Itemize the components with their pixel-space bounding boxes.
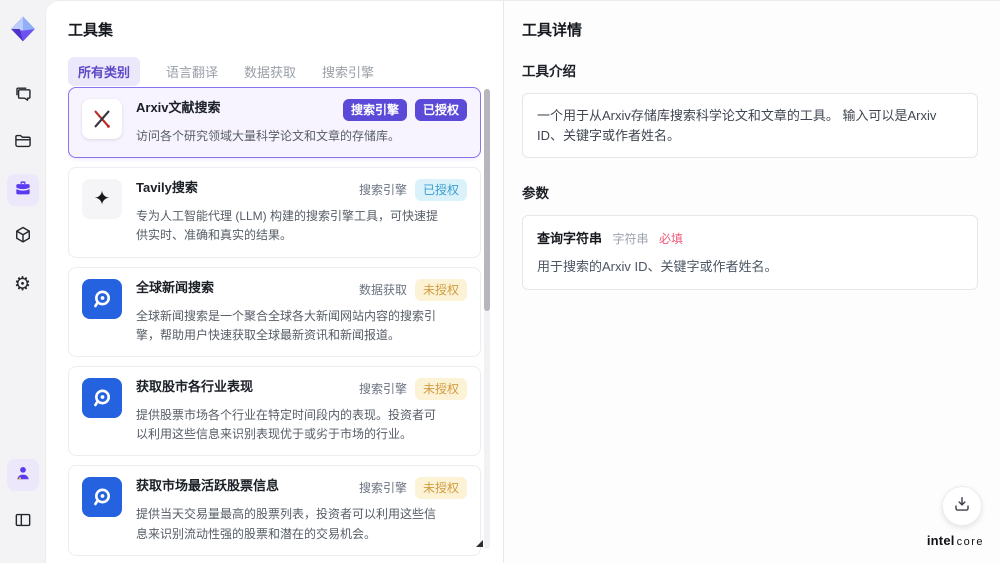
param-box: 查询字符串 字符串 必填 用于搜索的Arxiv ID、关键字或作者姓名。 (522, 215, 978, 290)
tianapi-logo-icon (94, 488, 110, 506)
tool-list: ✦ Arxiv文献搜索 搜索引擎 已授权 访问各个研究领域大量科学论文和文章的存… (68, 87, 481, 563)
intel-core-logo: intel core (927, 532, 984, 550)
tool-description: 提供股票市场各个行业在特定时间段内的表现。投资者可以利用这些信息来识别表现优于或… (136, 407, 437, 442)
tool-title: 获取股市各行业表现 (136, 378, 254, 394)
details-title: 工具详情 (522, 22, 583, 39)
sidebar-item-settings[interactable]: ⚙ (7, 268, 39, 300)
category-badge: 搜索引擎 (358, 481, 407, 496)
folder-icon (13, 131, 33, 156)
tool-title: 获取市场最活跃股票信息 (136, 478, 280, 494)
category-tab[interactable]: 语言翻译 (166, 57, 218, 86)
tool-card[interactable]: ✦ 获取股市各行业表现 搜索引擎 未授权 提供股票市场各个行业在特定时间段内的表… (68, 365, 481, 457)
param-required-badge: 必填 (658, 232, 683, 246)
scrollbar-thumb[interactable] (484, 89, 490, 311)
auth-status-badge: 未授权 (414, 278, 467, 301)
category-badge: 搜索引擎 (358, 381, 407, 396)
brand-core: core (956, 536, 984, 548)
category-tab[interactable]: 数据获取 (244, 57, 296, 86)
sidebar-item-profile[interactable] (6, 459, 39, 491)
intro-text: 一个用于从Arxiv存储库搜索科学论文和文章的工具。 输入可以是Arxiv ID… (537, 108, 937, 143)
category-badge: 数据获取 (358, 282, 407, 297)
cube-icon (13, 225, 33, 250)
download-button[interactable] (942, 486, 982, 526)
tool-icon: ✦ (82, 278, 122, 319)
intro-heading: 工具介绍 (522, 64, 576, 79)
brand-intel: intel (926, 533, 955, 548)
tool-description: 专为人工智能代理 (LLM) 构建的搜索引擎工具，可快速提供实时、准确和真实的结… (136, 209, 439, 243)
briefcase-icon (13, 178, 33, 203)
app-logo-icon[interactable] (6, 12, 40, 46)
category-tabs: 所有类别 语言翻译 数据获取 搜索引擎 (68, 57, 503, 86)
tool-card[interactable]: ✦ 全球新闻搜索 数据获取 未授权 全球新闻搜索是一个聚合全球各大新闻网站内容的… (68, 266, 481, 357)
tool-title: 全球新闻搜索 (136, 279, 215, 295)
sidebar-item-files[interactable] (7, 127, 39, 159)
download-icon (952, 494, 972, 519)
tool-icon: ✦ (82, 477, 122, 518)
auth-status-badge: 未授权 (414, 377, 467, 400)
param-header: 查询字符串 字符串 必填 (537, 228, 963, 248)
arxiv-logo-icon (94, 110, 110, 128)
param-description: 用于搜索的Arxiv ID、关键字或作者姓名。 (537, 259, 778, 274)
tool-icon: ✦ (82, 377, 122, 418)
tool-title: Arxiv文献搜索 (136, 100, 221, 115)
tool-description: 访问各个研究领域大量科学论文和文章的存储库。 (136, 129, 401, 143)
tool-title: Tavily搜索 (136, 180, 198, 196)
tool-icon: ✦ (82, 99, 122, 139)
page-title: 工具集 (68, 22, 114, 39)
scrollbar-track[interactable] (484, 89, 490, 549)
param-type: 字符串 (612, 232, 649, 246)
panel-toggle-icon (13, 510, 33, 535)
sidebar-item-collapse[interactable] (7, 506, 39, 538)
intro-box: 一个用于从Arxiv存储库搜索科学论文和文章的工具。 输入可以是Arxiv ID… (522, 93, 978, 158)
tavily-star-icon: ✦ (93, 188, 111, 211)
category-badge: 搜索引擎 (358, 183, 407, 198)
gear-icon: ⚙ (13, 272, 32, 295)
chat-icon (13, 84, 33, 109)
sidebar-item-chat[interactable] (7, 80, 39, 112)
main-surface: 工具集 所有类别 语言翻译 数据获取 搜索引擎 ✦ (45, 0, 1000, 563)
category-tab[interactable]: 搜索引擎 (322, 57, 374, 86)
param-name: 查询字符串 (537, 231, 603, 246)
tool-icon: ✦ (82, 179, 122, 220)
auth-status-badge: 已授权 (414, 99, 467, 121)
auth-status-badge: 未授权 (414, 477, 467, 500)
category-tab[interactable]: 所有类别 (68, 57, 141, 86)
sidebar-item-tools[interactable] (6, 174, 39, 206)
tools-panel: 工具集 所有类别 语言翻译 数据获取 搜索引擎 ✦ (46, 1, 503, 563)
tool-card[interactable]: ✦ Tavily搜索 搜索引擎 已授权 专为人工智能代理 (LLM) 构建的搜索… (68, 167, 481, 258)
auth-status-badge: 已授权 (414, 179, 467, 202)
params-heading: 参数 (522, 186, 549, 201)
tool-description: 全球新闻搜索是一个聚合全球各大新闻网站内容的搜索引擎，帮助用户快速获取全球最新资… (136, 308, 437, 342)
sidebar-item-plugins[interactable] (7, 221, 39, 253)
category-badge: 搜索引擎 (342, 99, 407, 121)
tool-card[interactable]: ✦ Arxiv文献搜索 搜索引擎 已授权 访问各个研究领域大量科学论文和文章的存… (68, 87, 481, 159)
tianapi-logo-icon (94, 290, 110, 307)
scroll-down-arrow[interactable] (476, 540, 483, 547)
sidebar: ⚙ (0, 0, 45, 563)
tianapi-logo-icon (94, 389, 110, 407)
user-icon (13, 463, 33, 488)
tool-description: 提供当天交易量最高的股票列表，投资者可以利用这些信息来识别流动性强的股票和潜在的… (136, 507, 437, 541)
tool-details-panel: 工具详情 工具介绍 一个用于从Arxiv存储库搜索科学论文和文章的工具。 输入可… (503, 1, 1000, 563)
tool-card[interactable]: ✦ 获取市场最活跃股票信息 搜索引擎 未授权 提供当天交易量最高的股票列表，投资… (68, 465, 481, 556)
